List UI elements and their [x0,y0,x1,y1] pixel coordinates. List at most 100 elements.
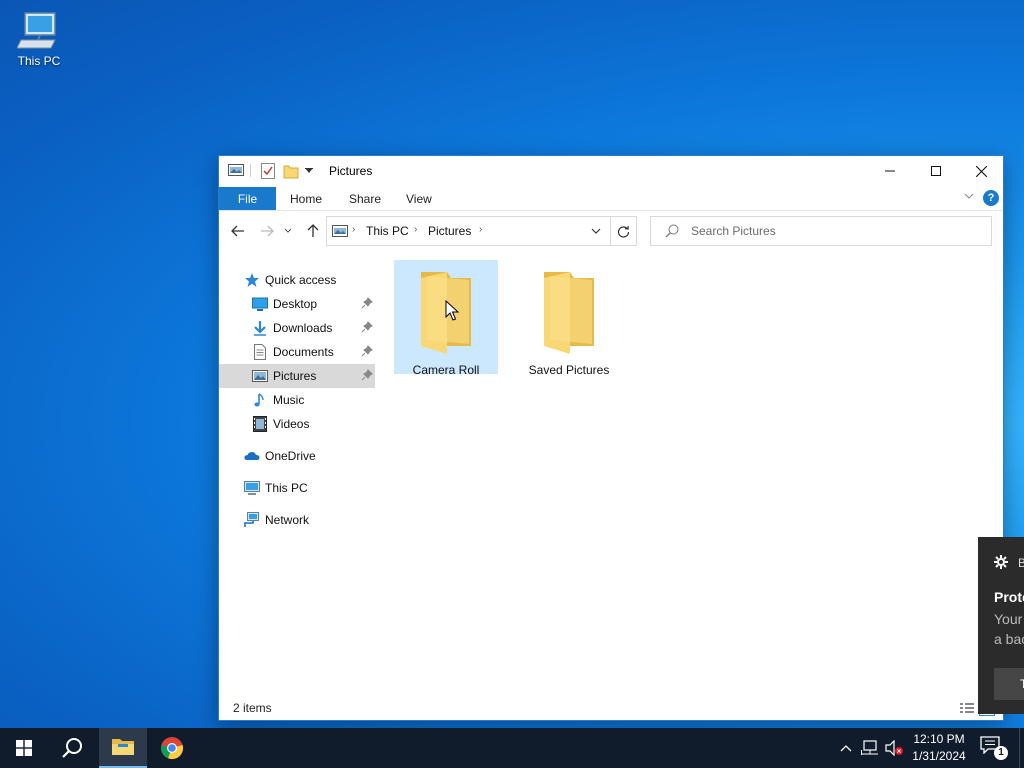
show-desktop-button[interactable] [1019,728,1024,768]
toast-body-line: Your [994,611,1023,627]
search-icon [665,224,679,238]
start-button[interactable] [0,728,48,768]
item-count: 2 items [233,701,272,715]
title-bar[interactable]: Pictures [219,156,1003,186]
breadcrumb-pictures[interactable]: Pictures [428,224,471,238]
nav-label: Pictures [273,369,317,383]
toast-title: Prote [994,589,1024,605]
minimize-icon [885,170,895,172]
address-bar[interactable]: › This PC › Pictures › [326,216,637,246]
breadcrumb-this-pc[interactable]: This PC [366,224,409,238]
properties-icon[interactable] [261,163,275,179]
file-explorer-icon [112,739,134,755]
taskbar: 12:10 PM 1/31/2024 1 [0,728,1024,768]
taskbar-search-button[interactable] [48,728,96,768]
desktop-icon-this-pc[interactable]: This PC [10,10,68,76]
breadcrumb-separator-icon[interactable]: › [414,224,417,235]
taskbar-chrome[interactable] [148,728,196,768]
pin-icon[interactable] [361,369,373,381]
qa-separator [250,164,251,177]
nav-label: Music [273,393,305,407]
onedrive-cloud-icon [244,452,260,460]
computer-icon [244,481,260,495]
new-folder-icon[interactable] [283,163,299,179]
tab-home[interactable]: Home [290,192,322,206]
search-box[interactable]: Search Pictures [650,216,992,246]
breadcrumb-separator-icon[interactable]: › [352,224,355,235]
minimize-button[interactable] [867,156,913,186]
chevron-down-icon [284,228,292,233]
volume-tray-button[interactable] [884,738,904,758]
address-dropdown-button[interactable] [584,217,608,245]
expand-ribbon-icon[interactable] [963,190,975,202]
forward-arrow-icon [261,225,274,237]
nav-item-documents[interactable]: Documents [219,340,375,364]
pin-icon[interactable] [361,321,373,333]
pin-icon[interactable] [361,345,373,357]
help-button[interactable]: ? [983,190,999,206]
nav-label: Quick access [265,273,337,287]
tab-view[interactable]: View [406,192,432,206]
nav-item-downloads[interactable]: Downloads [219,316,375,340]
nav-label: Documents [273,345,334,359]
nav-item-videos[interactable]: Videos [219,412,375,436]
search-placeholder: Search Pictures [691,224,776,238]
folder-item-saved-pictures[interactable]: Saved Pictures [517,260,621,377]
taskbar-file-explorer[interactable] [99,728,147,768]
network-icon [244,512,259,527]
gear-icon [994,555,1008,569]
maximize-icon [931,166,941,176]
maximize-button[interactable] [913,156,959,186]
nav-onedrive[interactable]: OneDrive [219,444,375,468]
refresh-button[interactable] [610,217,636,245]
recent-locations-button[interactable] [282,221,294,241]
notification-toast[interactable]: B Prote Your a bac T [978,537,1024,714]
nav-network[interactable]: Network [219,508,375,532]
window-title: Pictures [329,164,373,178]
show-hidden-icons-button[interactable] [836,738,856,758]
toast-body: Your a bac [994,609,1024,649]
chevron-down-icon [591,228,601,234]
details-view-icon[interactable] [959,700,975,716]
close-button[interactable] [958,156,1004,186]
nav-item-music[interactable]: Music [219,388,375,412]
mouse-cursor-icon [445,300,459,321]
pictures-location-icon [332,225,348,237]
nav-quick-access[interactable]: Quick access [219,268,375,292]
chrome-icon [161,737,184,760]
up-button[interactable] [303,221,323,241]
back-button[interactable] [228,221,248,241]
music-icon [254,393,264,407]
nav-label: Network [265,513,310,527]
close-icon [975,165,987,177]
documents-icon [254,344,266,360]
forward-button[interactable] [257,221,277,241]
nav-label: This PC [265,481,308,495]
customize-qa-dropdown-icon[interactable] [305,168,313,174]
nav-item-desktop[interactable]: Desktop [219,292,375,316]
toast-app-name: B [1018,556,1024,570]
folder-label: Saved Pictures [528,363,610,377]
nav-this-pc[interactable]: This PC [219,476,375,500]
file-explorer-window: Pictures File Home Share View ? › This P… [218,155,1004,721]
desktop-icon [252,297,268,311]
file-list[interactable]: Camera Roll Saved Pictures [379,252,1001,692]
pin-icon[interactable] [361,297,373,309]
breadcrumb-separator-icon[interactable]: › [479,224,482,235]
chevron-up-icon [840,745,852,752]
action-center-button[interactable]: 1 [980,736,1008,760]
nav-item-pictures[interactable]: Pictures [219,364,375,388]
nav-label: Downloads [273,321,333,335]
network-tray-button[interactable] [860,738,880,758]
search-icon [62,738,82,758]
toast-action-button[interactable]: T [994,668,1024,700]
nav-label: OneDrive [265,449,316,463]
status-bar: 2 items [219,696,1003,720]
pictures-icon [252,370,268,382]
back-arrow-icon [231,225,244,237]
tab-file[interactable]: File [219,187,276,210]
tab-share[interactable]: Share [349,192,381,206]
system-clock[interactable]: 12:10 PM 1/31/2024 [904,731,974,765]
desktop-icon-label: This PC [17,54,61,68]
window-system-icon[interactable] [228,163,244,177]
